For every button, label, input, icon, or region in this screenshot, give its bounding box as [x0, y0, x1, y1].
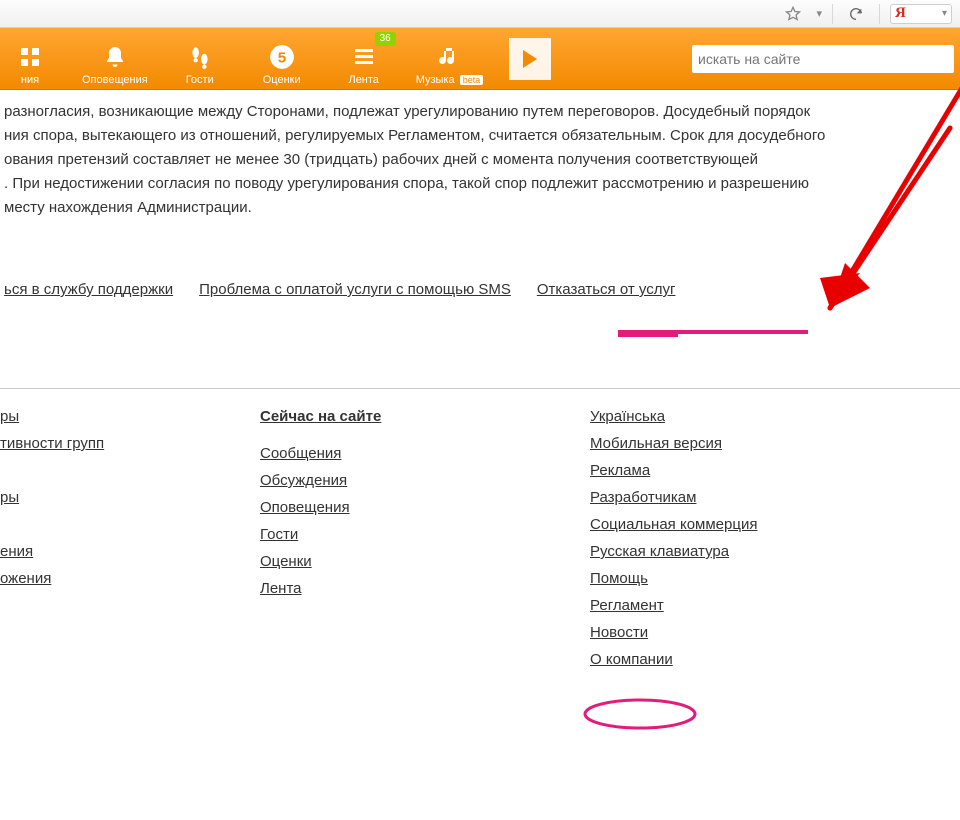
browser-chrome: ▾ Я ▾ [0, 0, 960, 28]
footer-link[interactable]: ожения [0, 565, 260, 592]
play-icon [523, 50, 537, 68]
search-box[interactable] [692, 45, 954, 73]
music-icon [434, 42, 464, 72]
footer-link-ukrainian[interactable]: Українська [590, 403, 960, 430]
footer-link-notifications[interactable]: Оповещения [260, 494, 590, 521]
footer-link[interactable]: ры [0, 403, 260, 430]
cancel-services-link[interactable]: Отказаться от услуг [537, 281, 676, 298]
footer-link-news[interactable]: Новости [590, 619, 960, 646]
footer-col-c: Українська Мобильная версия Реклама Разр… [590, 403, 960, 673]
nav-label: Оповещения [82, 74, 148, 86]
yandex-letter: Я [895, 5, 906, 22]
yandex-search-box[interactable]: Я ▾ [890, 4, 952, 24]
nav-label: ния [21, 74, 39, 86]
nav-item-guests[interactable]: Гости [170, 28, 230, 90]
annotation-underline [618, 330, 808, 334]
footer-link-regulation[interactable]: Регламент [590, 592, 960, 619]
search-input[interactable] [698, 51, 948, 67]
footer-heading: Сейчас на сайте [260, 403, 590, 430]
grid-icon [15, 42, 45, 72]
footer-link-guests[interactable]: Гости [260, 521, 590, 548]
annotation-circle [580, 697, 710, 731]
footer-link-about[interactable]: О компании [590, 646, 960, 673]
reload-icon[interactable] [843, 3, 869, 25]
footer-col-b: Сейчас на сайте Сообщения Обсуждения Опо… [260, 403, 590, 673]
nav-item-music[interactable]: Музыка beta [416, 28, 484, 90]
footer-link-commerce[interactable]: Социальная коммерция [590, 511, 960, 538]
badge: 36 [375, 32, 396, 46]
footer-link[interactable]: ения [0, 538, 260, 565]
footer-link-developers[interactable]: Разработчикам [590, 484, 960, 511]
beta-badge: beta [460, 75, 484, 85]
footer-col-a: ры тивности групп ры ения ожения [0, 403, 260, 673]
footer-link-feed[interactable]: Лента [260, 575, 590, 602]
nav-item-notifications[interactable]: Оповещения [82, 28, 148, 90]
nav-item-0[interactable]: ния [0, 28, 60, 90]
bell-icon [100, 42, 130, 72]
nav-label: Лента [348, 74, 378, 86]
footer-link-ratings[interactable]: Оценки [260, 548, 590, 575]
star-icon[interactable] [780, 3, 806, 25]
feed-icon [349, 42, 379, 72]
nav-label: Гости [186, 74, 214, 86]
five-icon: 5 [267, 42, 297, 72]
footer-link-mobile[interactable]: Мобильная версия [590, 430, 960, 457]
footer-link[interactable]: ры [0, 484, 260, 511]
footer-link[interactable]: тивности групп [0, 430, 260, 457]
annotation-arrow [790, 78, 960, 338]
footer-link-ads[interactable]: Реклама [590, 457, 960, 484]
footer-link-messages[interactable]: Сообщения [260, 440, 590, 467]
footer-link-discussions[interactable]: Обсуждения [260, 467, 590, 494]
annotation-underline [618, 334, 678, 337]
footsteps-icon [185, 42, 215, 72]
nav-label: Оценки [263, 74, 301, 86]
contact-support-link[interactable]: ься в службу поддержки [4, 281, 173, 298]
nav-item-ratings[interactable]: 5 Оценки [252, 28, 312, 90]
nav-item-feed[interactable]: 36 Лента [334, 28, 394, 90]
sms-payment-problem-link[interactable]: Проблема с оплатой услуги с помощью SMS [199, 281, 511, 298]
nav-label: Музыка beta [416, 74, 484, 86]
chevron-down-icon: ▾ [942, 8, 947, 19]
play-button[interactable] [509, 38, 551, 80]
footer-link-help[interactable]: Помощь [590, 565, 960, 592]
footer: ры тивности групп ры ения ожения Сейчас … [0, 389, 960, 673]
footer-link-keyboard[interactable]: Русская клавиатура [590, 538, 960, 565]
svg-text:5: 5 [277, 49, 285, 66]
